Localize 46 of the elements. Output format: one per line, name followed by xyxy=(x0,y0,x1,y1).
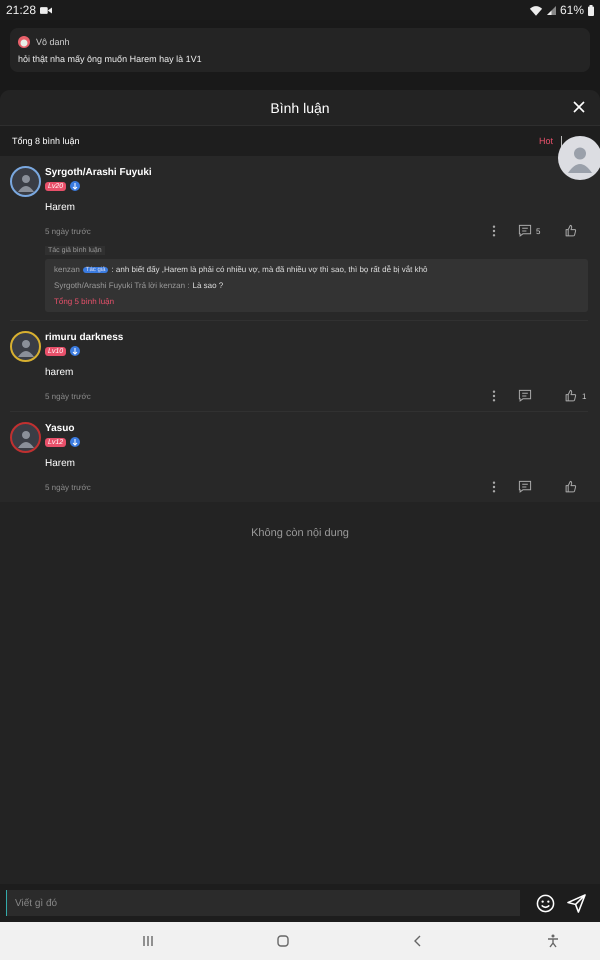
video-camera-icon xyxy=(40,6,52,14)
thumbs-up-icon[interactable] xyxy=(564,224,578,238)
comment-icon[interactable] xyxy=(518,389,532,403)
wifi-icon xyxy=(528,4,543,16)
notification-sender: Vô danh xyxy=(36,37,70,47)
user-name[interactable]: rimuru darkness xyxy=(45,332,124,343)
more-icon[interactable] xyxy=(492,481,496,493)
more-icon[interactable] xyxy=(492,390,496,402)
reply-author[interactable]: Syrgoth/Arashi Fuyuki Trả lời kenzan : xyxy=(54,281,190,290)
comment-icon[interactable] xyxy=(518,224,532,238)
home-icon[interactable] xyxy=(276,935,288,947)
reply-text: Là sao ? xyxy=(192,281,224,290)
reply-author[interactable]: kenzan xyxy=(54,265,80,274)
user-name[interactable]: Yasuo xyxy=(45,423,74,434)
reply-count: 5 xyxy=(536,226,540,236)
comment-time: 5 ngày trước xyxy=(45,226,91,236)
comment-input[interactable]: Viết gì đó xyxy=(6,890,520,916)
accessibility-icon[interactable] xyxy=(546,934,558,948)
sort-tab[interactable]: Hot xyxy=(538,136,553,146)
emoji-icon[interactable] xyxy=(536,894,555,912)
end-of-list-text: Không còn nội dung xyxy=(250,527,350,539)
battery-level: 61% xyxy=(560,3,584,17)
back-icon[interactable] xyxy=(412,935,424,947)
like-count: 1 xyxy=(582,392,586,400)
comment-time: 5 ngày trước xyxy=(45,482,91,492)
sheet-title: Bình luận xyxy=(270,100,330,116)
comment-text: harem xyxy=(45,367,74,378)
comment-count: Tổng 8 bình luận xyxy=(12,136,80,146)
status-time: 21:28 xyxy=(6,3,36,17)
comment-time: 5 ngày trước xyxy=(45,392,91,400)
signal-icon xyxy=(546,6,556,14)
comment-icon[interactable] xyxy=(518,480,532,494)
user-name[interactable]: Syrgoth/Arashi Fuyuki xyxy=(45,167,152,178)
comment-text: Harem xyxy=(45,202,76,213)
thumbs-up-icon[interactable] xyxy=(564,480,578,494)
app-icon xyxy=(18,36,30,48)
notification-message: hỏi thật nha mấy ông muốn Harem hay là 1V1 xyxy=(18,54,203,64)
recent-apps-icon[interactable] xyxy=(142,935,154,947)
close-icon[interactable] xyxy=(573,101,585,113)
notification-card[interactable]: Vô danh hỏi thật nha mấy ông muốn Harem hay là 1V1 xyxy=(10,28,590,72)
send-icon[interactable] xyxy=(567,894,586,912)
comment-text: Harem xyxy=(45,458,76,469)
more-icon[interactable] xyxy=(492,225,496,237)
reply-text: : anh biết đấy ,Harem là phải có nhiều vợ, mà đã nhiều vợ thì sao, thì bọ rất dễ bị vắt khô xyxy=(111,265,428,274)
battery-icon xyxy=(588,4,594,16)
thumbs-up-icon[interactable] xyxy=(564,389,578,403)
